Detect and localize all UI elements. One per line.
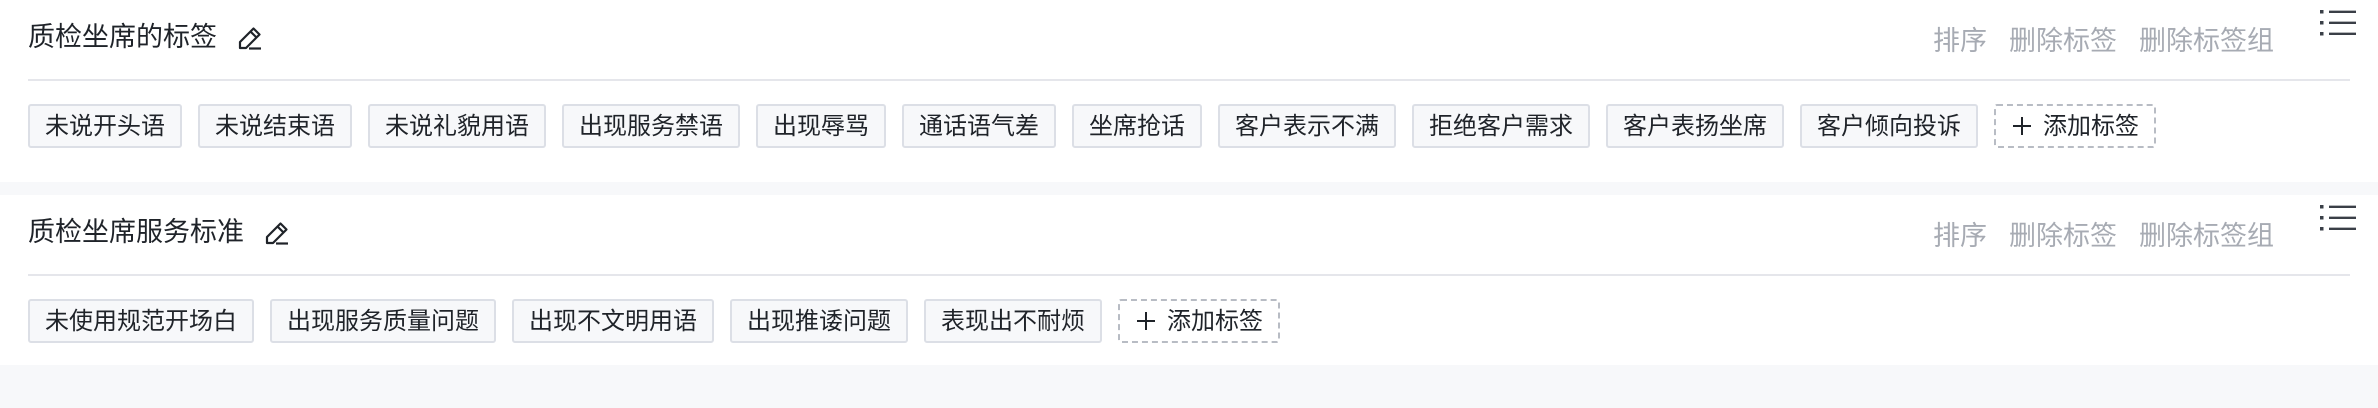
plus-icon	[1137, 312, 1155, 330]
tag-group-header: 质检坐席的标签 排序 删除标签 删除标签组	[0, 0, 2378, 76]
tag[interactable]: 客户表扬坐席	[1606, 104, 1784, 148]
pencil-icon[interactable]	[262, 218, 292, 248]
divider	[28, 274, 2350, 276]
tag[interactable]: 客户倾向投诉	[1800, 104, 1978, 148]
delete-group-button[interactable]: 删除标签组	[2139, 214, 2274, 253]
tag[interactable]: 表现出不耐烦	[924, 299, 1102, 343]
divider	[28, 79, 2350, 81]
delete-tag-button[interactable]: 删除标签	[2009, 214, 2117, 253]
title-row: 质检坐席的标签	[28, 18, 265, 58]
add-tag-label: 添加标签	[1167, 307, 1263, 335]
tag[interactable]: 出现辱骂	[756, 104, 886, 148]
list-icon[interactable]	[2318, 201, 2358, 235]
title-row: 质检坐席服务标准	[28, 213, 292, 253]
tag[interactable]: 未说礼貌用语	[368, 104, 546, 148]
delete-group-button[interactable]: 删除标签组	[2139, 19, 2274, 58]
tag[interactable]: 出现推诿问题	[730, 299, 908, 343]
tag-group: 质检坐席服务标准 排序 删除标签 删除标签组 未使用规范开场白 出现服务质量问题…	[0, 195, 2378, 365]
tag[interactable]: 坐席抢话	[1072, 104, 1202, 148]
tag[interactable]: 出现服务禁语	[562, 104, 740, 148]
tag[interactable]: 出现不文明用语	[512, 299, 714, 343]
add-tag-button[interactable]: 添加标签	[1994, 104, 2156, 148]
tag-group-header: 质检坐席服务标准 排序 删除标签 删除标签组	[0, 195, 2378, 271]
tag[interactable]: 出现服务质量问题	[270, 299, 496, 343]
delete-tag-button[interactable]: 删除标签	[2009, 19, 2117, 58]
tag[interactable]: 未说结束语	[198, 104, 352, 148]
tag-group: 质检坐席的标签 排序 删除标签 删除标签组 未说开头语 未说结束语 未说礼貌用语…	[0, 0, 2378, 182]
sort-button[interactable]: 排序	[1933, 19, 1987, 58]
sort-button[interactable]: 排序	[1933, 214, 1987, 253]
list-icon[interactable]	[2318, 6, 2358, 40]
group-title: 质检坐席的标签	[28, 22, 217, 53]
pencil-icon[interactable]	[235, 23, 265, 53]
tag[interactable]: 未说开头语	[28, 104, 182, 148]
tag[interactable]: 客户表示不满	[1218, 104, 1396, 148]
plus-icon	[2013, 117, 2031, 135]
group-actions: 排序 删除标签 删除标签组	[1933, 213, 2274, 253]
tag-list: 未说开头语 未说结束语 未说礼貌用语 出现服务禁语 出现辱骂 通话语气差 坐席抢…	[28, 104, 2156, 148]
group-title: 质检坐席服务标准	[28, 217, 244, 248]
tag-list: 未使用规范开场白 出现服务质量问题 出现不文明用语 出现推诿问题 表现出不耐烦 …	[28, 299, 1280, 343]
tag[interactable]: 通话语气差	[902, 104, 1056, 148]
add-tag-button[interactable]: 添加标签	[1118, 299, 1280, 343]
tag[interactable]: 未使用规范开场白	[28, 299, 254, 343]
add-tag-label: 添加标签	[2043, 112, 2139, 140]
group-actions: 排序 删除标签 删除标签组	[1933, 18, 2274, 58]
tag[interactable]: 拒绝客户需求	[1412, 104, 1590, 148]
